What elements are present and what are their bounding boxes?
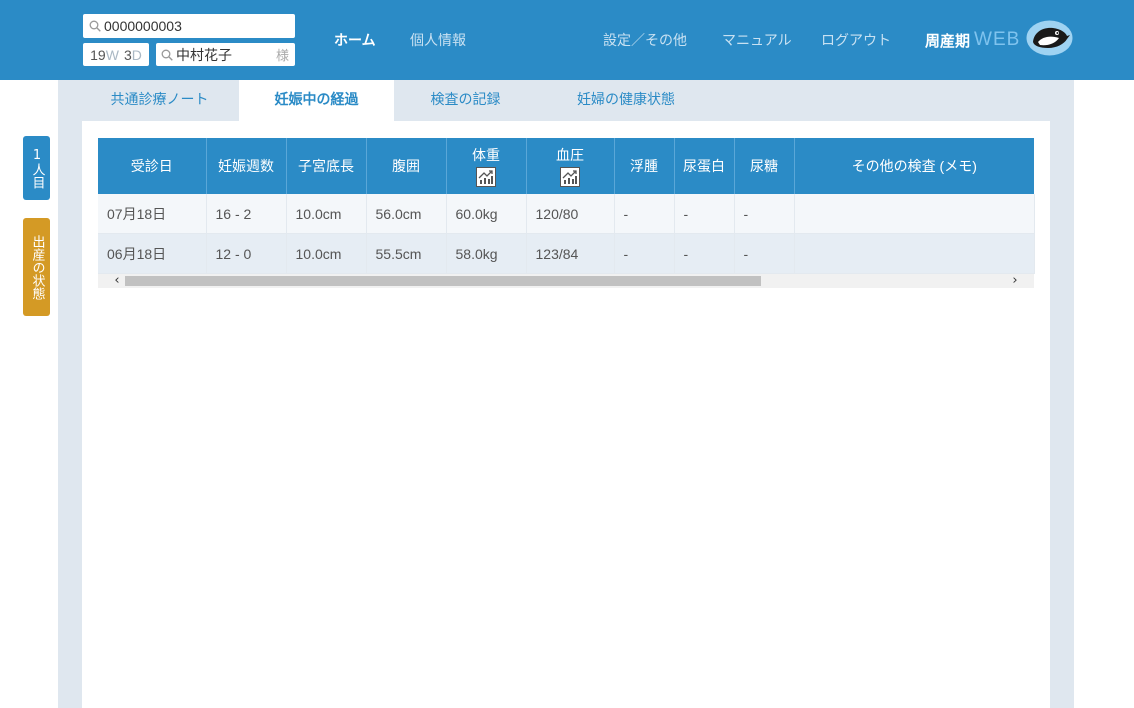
cell-urine-sugar: - [734, 194, 795, 234]
cell-fundal-height: 10.0cm [286, 194, 367, 234]
chevron-right-icon[interactable]: › [1008, 274, 1022, 288]
gestation-week-unit: W [105, 46, 119, 63]
cell-weight: 60.0kg [446, 194, 527, 234]
chart-icon[interactable] [476, 167, 496, 187]
nav-home[interactable]: ホーム [334, 30, 376, 50]
tab-common-notes[interactable]: 共通診療ノート [82, 80, 237, 121]
chart-icon[interactable] [560, 167, 580, 187]
nav-logout[interactable]: ログアウト [821, 30, 891, 50]
brand-name-jp: 周産期 [925, 31, 971, 50]
cell-gestational-week: 12 - 0 [206, 233, 287, 274]
person-select-button[interactable]: 1人目 [23, 136, 50, 200]
patient-id-search[interactable] [83, 14, 295, 38]
table-header-row: 受診日 妊娠週数 子宮底長 腹囲 体重 血圧 浮腫 尿蛋白 尿糖 その他の検査 … [98, 138, 1034, 194]
col-edema: 浮腫 [614, 138, 675, 194]
checkup-table-container[interactable]: 受診日 妊娠週数 子宮底長 腹囲 体重 血圧 浮腫 尿蛋白 尿糖 その他の検査 … [98, 138, 1035, 288]
cell-weight: 58.0kg [446, 233, 527, 274]
scrollbar-thumb[interactable] [125, 276, 761, 286]
patient-name[interactable]: 中村花子 [176, 45, 276, 65]
cell-other-tests-memo [794, 194, 1035, 234]
main-panel: 共通診療ノート 妊娠中の経過 検査の記録 妊婦の健康状態 受診日 妊娠週数 子宮… [58, 80, 1074, 708]
gestation-display: 19 W 3 D [83, 43, 149, 66]
patient-name-search[interactable]: 中村花子 様 [156, 43, 295, 66]
col-weight-label: 体重 [472, 147, 500, 163]
search-icon [161, 49, 173, 61]
birth-status-button[interactable]: 出産の状態 [23, 218, 50, 316]
cell-other-tests-memo [794, 233, 1035, 274]
cell-visit-date: 06月18日 [98, 233, 207, 274]
gestation-weeks: 19 [90, 46, 106, 63]
cell-urine-protein: - [674, 233, 735, 274]
cell-urine-sugar: - [734, 233, 795, 274]
col-urine-protein: 尿蛋白 [674, 138, 735, 194]
checkup-table: 受診日 妊娠週数 子宮底長 腹囲 体重 血圧 浮腫 尿蛋白 尿糖 その他の検査 … [98, 138, 1035, 274]
table-row[interactable]: 07月18日 16 - 2 10.0cm 56.0cm 60.0kg 120/8… [98, 194, 1035, 234]
col-visit-date: 受診日 [98, 138, 207, 194]
cell-visit-date: 07月18日 [98, 194, 207, 234]
col-blood-pressure: 血圧 [526, 138, 615, 194]
cell-urine-protein: - [674, 194, 735, 234]
cell-edema: - [614, 233, 675, 274]
cell-blood-pressure: 120/80 [526, 194, 615, 234]
gestation-day-unit: D [131, 46, 142, 63]
tab-test-records[interactable]: 検査の記録 [394, 80, 537, 121]
col-blood-pressure-label: 血圧 [556, 147, 584, 163]
cell-abdominal-girth: 56.0cm [366, 194, 447, 234]
tab-content: 受診日 妊娠週数 子宮底長 腹囲 体重 血圧 浮腫 尿蛋白 尿糖 その他の検査 … [82, 121, 1050, 708]
honorific-label: 様 [275, 49, 289, 64]
col-fundal-height: 子宮底長 [286, 138, 367, 194]
search-icon [89, 20, 101, 32]
cell-abdominal-girth: 55.5cm [366, 233, 447, 274]
cell-fundal-height: 10.0cm [286, 233, 367, 274]
nav-settings[interactable]: 設定／その他 [603, 30, 687, 50]
penguin-logo-icon [1026, 20, 1073, 60]
col-urine-sugar: 尿糖 [734, 138, 795, 194]
chevron-left-icon[interactable]: ‹ [110, 274, 124, 288]
col-weight: 体重 [446, 138, 527, 194]
patient-id-input[interactable] [101, 18, 284, 34]
tab-pregnancy-progress[interactable]: 妊娠中の経過 [239, 80, 394, 121]
col-gestational-week: 妊娠週数 [206, 138, 287, 194]
cell-edema: - [614, 194, 675, 234]
cell-gestational-week: 16 - 2 [206, 194, 287, 234]
brand[interactable]: 周産期 WEB [925, 20, 1073, 60]
tab-maternal-health[interactable]: 妊婦の健康状態 [537, 80, 715, 121]
nav-personal-info[interactable]: 個人情報 [410, 30, 466, 50]
nav-manual[interactable]: マニュアル [722, 30, 792, 50]
brand-name-web: WEB [974, 29, 1021, 50]
table-row[interactable]: 06月18日 12 - 0 10.0cm 55.5cm 58.0kg 123/8… [98, 233, 1035, 274]
col-other-tests-memo: その他の検査 (メモ) [794, 138, 1034, 194]
tab-bar: 共通診療ノート 妊娠中の経過 検査の記録 妊婦の健康状態 [58, 80, 1074, 121]
top-header: 19W3D 中村花子 様 ホーム 個人情報 設定／その他 マニュアル ログアウト… [0, 0, 1134, 80]
horizontal-scrollbar[interactable]: ‹ › [98, 274, 1034, 288]
cell-blood-pressure: 123/84 [526, 233, 615, 274]
col-abdominal-girth: 腹囲 [366, 138, 447, 194]
gestation-days: 3 [123, 46, 132, 63]
